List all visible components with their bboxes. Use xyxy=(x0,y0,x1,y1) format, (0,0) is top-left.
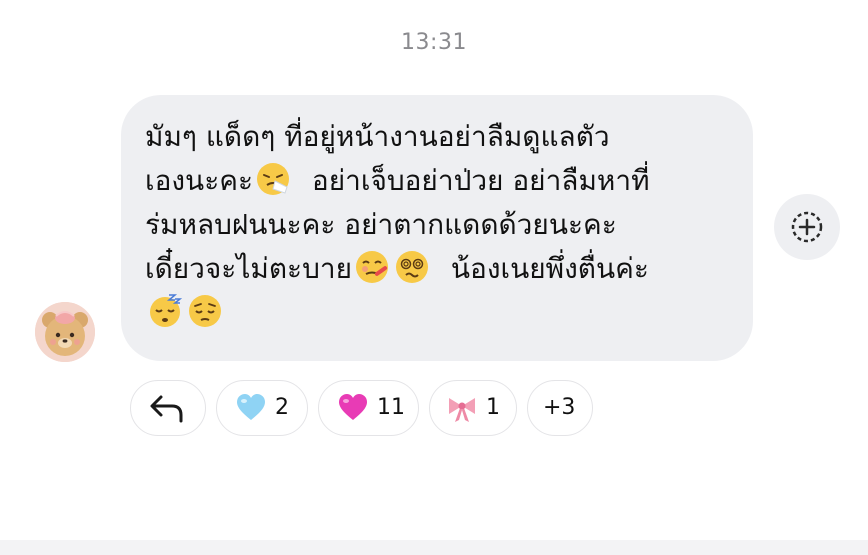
reaction-count: 11 xyxy=(377,395,405,420)
reaction-chip-light-blue-heart[interactable]: 2 xyxy=(216,380,308,436)
message-line xyxy=(145,291,729,335)
message-line: เดี๋ยวจะไม่ตะบาย น้องเนยพึ่งตื่นค่ะ xyxy=(145,247,729,291)
pink-heart-icon xyxy=(339,394,367,420)
message-text: มัมๆ แด็ดๆ ที่อยู่หน้างานอย่าลืมดูแลตัว xyxy=(145,120,610,153)
message-bubble[interactable]: มัมๆ แด็ดๆ ที่อยู่หน้างานอย่าลืมดูแลตัว … xyxy=(121,95,753,361)
message-timestamp: 13:31 xyxy=(401,30,467,55)
bear-avatar-icon xyxy=(35,302,95,362)
ribbon-bow-icon xyxy=(449,398,475,422)
sleeping-face-icon xyxy=(150,294,183,327)
avatar[interactable] xyxy=(35,302,95,362)
message-text: อย่าเจ็บอย่าป่วย อย่าลืมหาที่ xyxy=(311,164,650,197)
light-blue-heart-icon xyxy=(237,394,265,420)
message-line: มัมๆ แด็ดๆ ที่อยู่หน้างานอย่าลืมดูแลตัว xyxy=(145,115,729,159)
reply-button[interactable] xyxy=(130,380,206,436)
message-line: ร่มหลบฝนนะคะ อย่าตากแดดด้วยนะคะ xyxy=(145,203,729,247)
reaction-chip-pink-heart[interactable]: 11 xyxy=(318,380,419,436)
reply-arrow-icon xyxy=(150,395,183,423)
sneezing-face-icon xyxy=(257,163,290,195)
more-reactions-label: +3 xyxy=(543,395,576,420)
add-reaction-button[interactable] xyxy=(774,194,840,260)
face-with-spiral-eyes-icon xyxy=(396,251,428,283)
message-text: น้องเนยพึ่งตื่นค่ะ xyxy=(450,252,649,285)
more-reactions-button[interactable]: +3 xyxy=(527,380,593,436)
pensive-face-icon xyxy=(189,295,221,327)
message-line: เองนะคะ อย่าเจ็บอย่าป่วย อย่าลืมหาที่ xyxy=(145,159,729,203)
bottom-edge xyxy=(0,540,868,555)
reaction-count: 2 xyxy=(275,395,289,420)
add-reaction-icon xyxy=(791,211,823,243)
message-text: ร่มหลบฝนนะคะ อย่าตากแดดด้วยนะคะ xyxy=(145,208,617,241)
reaction-count: 1 xyxy=(486,395,500,420)
reaction-chip-ribbon-bow[interactable]: 1 xyxy=(429,380,517,436)
message-text: เองนะคะ xyxy=(145,164,254,197)
face-with-thermometer-icon xyxy=(356,251,388,283)
message-text: เดี๋ยวจะไม่ตะบาย xyxy=(145,252,352,285)
